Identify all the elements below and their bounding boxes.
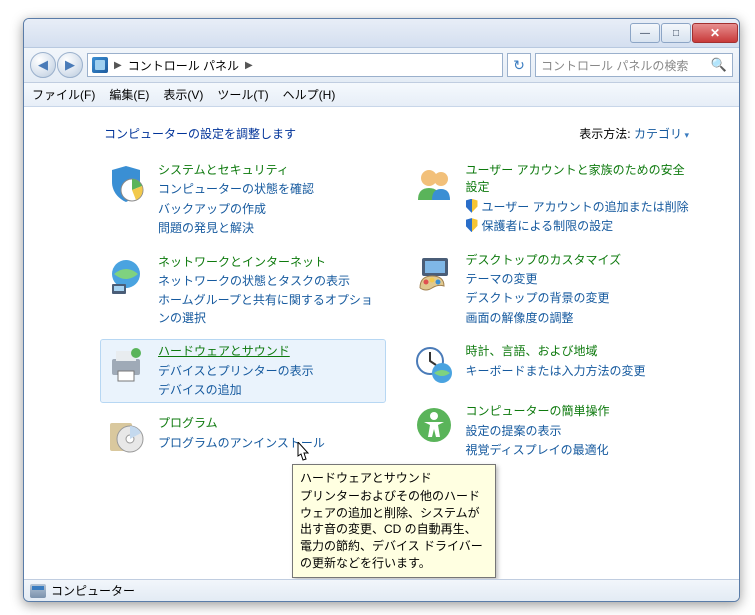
cat-link[interactable]: キーボードまたは入力方法の変更 xyxy=(466,363,646,380)
refresh-button[interactable]: ↻ xyxy=(507,53,531,77)
cat-title[interactable]: コンピューターの簡単操作 xyxy=(466,403,610,420)
computer-icon xyxy=(30,584,46,598)
cat-link[interactable]: 設定の提案の表示 xyxy=(466,423,610,440)
cat-title[interactable]: システムとセキュリティ xyxy=(158,162,314,179)
breadcrumb-root[interactable]: コントロール パネル xyxy=(128,57,239,74)
cat-link[interactable]: テーマの変更 xyxy=(466,271,622,288)
cat-link[interactable]: デスクトップの背景の変更 xyxy=(466,290,622,307)
maximize-button[interactable]: □ xyxy=(661,23,691,43)
page-title: コンピューターの設定を調整します xyxy=(104,125,296,142)
cat-link[interactable]: ホームグループと共有に関するオプションの選択 xyxy=(158,292,382,327)
menu-help[interactable]: ヘルプ(H) xyxy=(283,86,336,103)
globe-network-icon xyxy=(104,254,148,298)
cat-title[interactable]: ユーザー アカウントと家族のための安全設定 xyxy=(466,162,690,197)
minimize-button[interactable]: — xyxy=(630,23,660,43)
cat-system-security: システムとセキュリティ コンピューターの状態を確認 バックアップの作成 問題の発… xyxy=(104,162,382,238)
cat-network-internet: ネットワークとインターネット ネットワークの状態とタスクの表示 ホームグループと… xyxy=(104,254,382,328)
view-mode: 表示方法: カテゴリ xyxy=(579,125,689,142)
window: — □ ✕ ◀ ▶ ▶ コントロール パネル ▶ ↻ コントロール パネルの検索… xyxy=(23,18,740,602)
breadcrumb-sep: ▶ xyxy=(114,60,122,71)
address-bar: ◀ ▶ ▶ コントロール パネル ▶ ↻ コントロール パネルの検索 🔍 xyxy=(24,48,739,83)
menu-tools[interactable]: ツール(T) xyxy=(217,86,268,103)
accessibility-icon xyxy=(412,403,456,447)
palette-monitor-icon xyxy=(412,252,456,296)
categories: システムとセキュリティ コンピューターの状態を確認 バックアップの作成 問題の発… xyxy=(24,152,739,459)
cat-user-accounts: ユーザー アカウントと家族のための安全設定 ユーザー アカウントの追加または削除… xyxy=(412,162,690,236)
cat-clock-language: 時計、言語、および地域 キーボードまたは入力方法の変更 xyxy=(412,343,690,387)
content-area: コンピューターの設定を調整します 表示方法: カテゴリ システムとセキュリティ … xyxy=(24,107,739,579)
close-button[interactable]: ✕ xyxy=(692,23,738,43)
cat-link[interactable]: 保護者による制限の設定 xyxy=(466,218,690,235)
cat-link[interactable]: コンピューターの状態を確認 xyxy=(158,181,314,198)
users-icon xyxy=(412,162,456,206)
address-box[interactable]: ▶ コントロール パネル ▶ xyxy=(87,53,503,77)
menu-bar: ファイル(F) 編集(E) 表示(V) ツール(T) ヘルプ(H) xyxy=(24,83,739,107)
cat-link[interactable]: 視覚ディスプレイの最適化 xyxy=(466,442,610,459)
clock-globe-icon xyxy=(412,343,456,387)
titlebar: — □ ✕ xyxy=(24,19,739,48)
view-label: 表示方法: xyxy=(579,127,630,141)
search-placeholder: コントロール パネルの検索 xyxy=(541,57,688,74)
cat-ease-of-access: コンピューターの簡単操作 設定の提案の表示 視覚ディスプレイの最適化 xyxy=(412,403,690,459)
cat-title[interactable]: ハードウェアとサウンド xyxy=(158,343,314,360)
status-text: コンピューター xyxy=(51,582,135,599)
cat-programs: プログラム プログラムのアンインストール xyxy=(104,415,382,459)
breadcrumb-sep: ▶ xyxy=(245,60,253,71)
disc-box-icon xyxy=(104,415,148,459)
cat-link[interactable]: 画面の解像度の調整 xyxy=(466,310,622,327)
tooltip: ハードウェアとサウンド プリンターおよびその他のハードウェアの追加と削除、システ… xyxy=(292,464,496,578)
tooltip-body: プリンターおよびその他のハードウェアの追加と削除、システムが出す音の変更、CD … xyxy=(300,488,488,572)
cat-appearance: デスクトップのカスタマイズ テーマの変更 デスクトップの背景の変更 画面の解像度… xyxy=(412,252,690,328)
left-column: システムとセキュリティ コンピューターの状態を確認 バックアップの作成 問題の発… xyxy=(104,162,382,459)
menu-file[interactable]: ファイル(F) xyxy=(32,86,95,103)
menu-view[interactable]: 表示(V) xyxy=(163,86,203,103)
cat-link[interactable]: デバイスとプリンターの表示 xyxy=(158,363,314,380)
view-dropdown[interactable]: カテゴリ xyxy=(634,127,689,141)
cat-link[interactable]: ユーザー アカウントの追加または削除 xyxy=(466,199,690,216)
control-panel-icon xyxy=(92,57,108,73)
cat-link[interactable]: デバイスの追加 xyxy=(158,382,314,399)
right-column: ユーザー アカウントと家族のための安全設定 ユーザー アカウントの追加または削除… xyxy=(412,162,690,459)
cat-hardware-sound: ハードウェアとサウンド デバイスとプリンターの表示 デバイスの追加 xyxy=(101,340,385,402)
back-button[interactable]: ◀ xyxy=(30,52,56,78)
cat-title[interactable]: デスクトップのカスタマイズ xyxy=(466,252,622,269)
menu-edit[interactable]: 編集(E) xyxy=(109,86,149,103)
cat-link[interactable]: 問題の発見と解決 xyxy=(158,220,314,237)
forward-button[interactable]: ▶ xyxy=(57,52,83,78)
cat-link[interactable]: プログラムのアンインストール xyxy=(158,435,325,452)
printer-icon xyxy=(104,343,148,387)
cat-title[interactable]: 時計、言語、および地域 xyxy=(466,343,646,360)
status-bar: コンピューター xyxy=(24,579,739,601)
search-icon: 🔍 xyxy=(711,57,727,73)
cat-title[interactable]: ネットワークとインターネット xyxy=(158,254,382,271)
cat-link[interactable]: ネットワークの状態とタスクの表示 xyxy=(158,273,382,290)
shield-chart-icon xyxy=(104,162,148,206)
content-header: コンピューターの設定を調整します 表示方法: カテゴリ xyxy=(24,107,739,152)
tooltip-title: ハードウェアとサウンド xyxy=(300,470,488,487)
cat-title[interactable]: プログラム xyxy=(158,415,325,432)
nav-buttons: ◀ ▶ xyxy=(30,52,83,78)
cat-link[interactable]: バックアップの作成 xyxy=(158,201,314,218)
search-input[interactable]: コントロール パネルの検索 🔍 xyxy=(535,53,733,77)
